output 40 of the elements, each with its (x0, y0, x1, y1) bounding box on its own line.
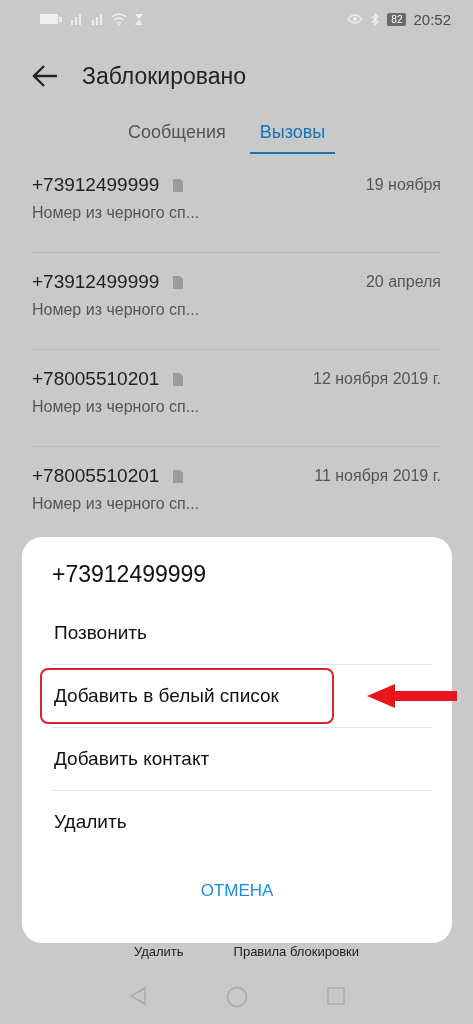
menu-option[interactable]: Добавить в белый список (40, 668, 334, 724)
bluetooth-icon (370, 12, 381, 26)
tab[interactable]: Сообщения (118, 116, 236, 154)
phone-number: +73912499999 (32, 271, 160, 293)
network-icon (40, 13, 62, 25)
menu-option[interactable]: Добавить контакт (40, 731, 224, 787)
block-reason: Номер из черного сп... (32, 398, 201, 416)
toolbar-button[interactable]: Правила блокировки (233, 944, 360, 959)
arrow-icon (367, 684, 457, 708)
page-title: Заблокировано (82, 62, 247, 90)
back-icon[interactable] (32, 65, 58, 87)
recents-nav-icon[interactable] (325, 986, 346, 1006)
phone-number: +73912499999 (32, 174, 160, 196)
home-nav-icon[interactable] (225, 986, 248, 1008)
phone-number: +78005510201 (32, 368, 160, 390)
block-reason: Номер из черного сп... (32, 204, 201, 222)
sim-icon (173, 372, 184, 386)
call-date: 12 ноября 2019 г. (313, 370, 441, 388)
call-date: 11 ноября 2019 г. (314, 467, 441, 485)
signal-icon (90, 13, 104, 25)
hourglass-icon (134, 12, 144, 26)
sim-icon (173, 275, 184, 289)
call-date: 19 ноября (365, 176, 441, 194)
call-date: 20 апреля (365, 273, 441, 291)
menu-option[interactable]: Позвонить (40, 605, 161, 661)
cancel-button[interactable]: ОТМЕНА (192, 877, 282, 905)
dialog-title: +73912499999 (51, 561, 208, 588)
block-reason: Номер из черного сп... (32, 301, 201, 319)
clock-time: 20:52 (413, 10, 451, 28)
menu-option[interactable]: Удалить (40, 794, 141, 850)
battery-level: 82 (387, 12, 407, 26)
sim-icon (173, 469, 184, 483)
back-nav-icon[interactable] (127, 986, 148, 1006)
signal-icon (69, 13, 83, 25)
sim-icon (173, 178, 184, 192)
toolbar-button[interactable]: Удалить (133, 944, 184, 959)
eye-icon (347, 13, 364, 25)
wifi-icon (111, 12, 127, 26)
phone-number: +78005510201 (32, 465, 160, 487)
block-reason: Номер из черного сп... (32, 495, 201, 513)
